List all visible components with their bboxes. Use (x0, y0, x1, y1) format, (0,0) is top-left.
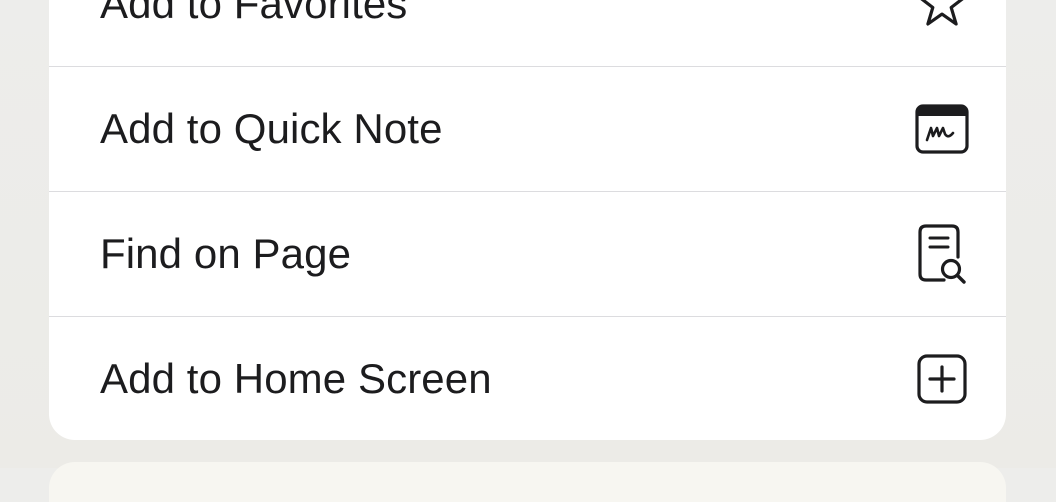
menu-item-label: Add to Favorites (100, 0, 408, 27)
quick-note-icon (912, 99, 972, 159)
menu-item-label: Add to Home Screen (100, 355, 492, 402)
menu-item-label: Find on Page (100, 230, 352, 277)
share-actions-group: Add to Favorites Add to Quick Note Find … (49, 0, 1006, 440)
menu-item-add-to-home-screen[interactable]: Add to Home Screen (49, 317, 1006, 440)
menu-item-label: Add to Quick Note (100, 105, 443, 152)
menu-item-find-on-page[interactable]: Find on Page (49, 192, 1006, 316)
menu-item-add-to-quick-note[interactable]: Add to Quick Note (49, 67, 1006, 191)
menu-item-add-to-favorites[interactable]: Add to Favorites (49, 0, 1006, 66)
star-icon (912, 0, 972, 34)
add-square-icon (912, 349, 972, 409)
find-on-page-icon (912, 224, 972, 284)
next-actions-group (49, 462, 1006, 502)
